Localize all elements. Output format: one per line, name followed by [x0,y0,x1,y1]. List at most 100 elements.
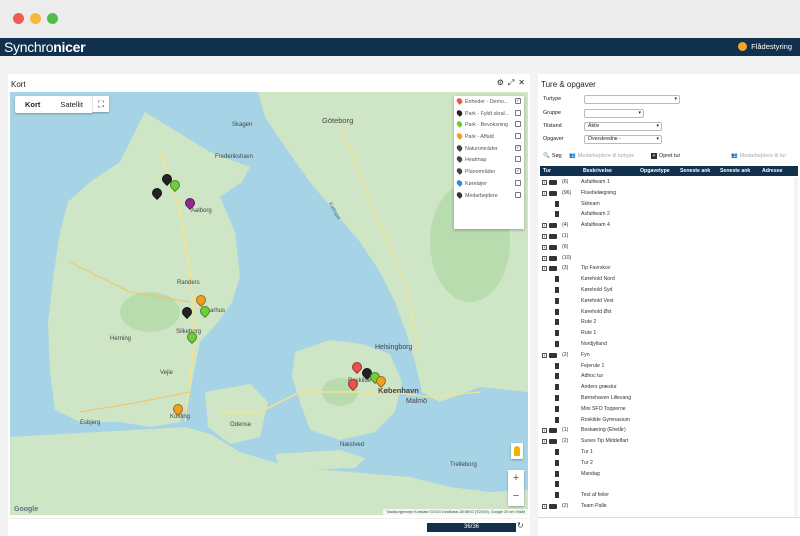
legend-row[interactable]: Køretøjer [454,178,524,190]
table-row[interactable]: Kørehold Øst [540,307,798,318]
document-icon [555,362,559,369]
expand-icon[interactable]: + [542,180,547,185]
table-row[interactable]: Adhoc tur [540,371,798,382]
expand-icon[interactable]: + [542,255,547,261]
table-row[interactable]: + (2) Sunes Tip Middelfart [540,436,798,447]
assign-tour-type-button[interactable]: 👥 Medarbejdere til turtype [569,153,634,159]
city-label: Næstved [340,442,365,448]
expand-icon[interactable]: + [542,244,547,250]
table-row[interactable]: + (1) Beskæring (Ehelår) [540,425,798,436]
google-logo: Google [14,506,39,513]
synchronicer-logo[interactable]: Synchronicer [4,39,86,55]
map-canvas[interactable]: Skagen Frederikshavn Göteborg Aalborg Aa… [10,92,528,515]
layer-checkbox[interactable] [515,109,521,116]
table-row[interactable]: Kørehold Syd [540,285,798,296]
turtype-select[interactable]: ▾ [584,94,680,104]
legend-row[interactable]: Park - Bevoksning [454,119,524,131]
layer-checkbox[interactable]: ✓ [515,98,521,104]
search-button[interactable]: 🔍 Søg [543,153,562,159]
layer-checkbox[interactable]: ✓ [515,144,521,151]
fleet-management-link[interactable]: Flådestyring [738,42,792,51]
table-row[interactable]: Asfaltteam 2 [540,209,798,220]
opgaver-select[interactable]: Overskredne - ▾ [584,134,662,144]
table-row[interactable]: Test af feiler [540,490,798,501]
table-row[interactable]: Kørehold Vest [540,296,798,307]
maximize-window-dot[interactable] [47,13,58,24]
table-row[interactable]: + (1) [540,231,798,242]
table-row[interactable]: Roskilde Gymnasium [540,415,798,426]
table-row[interactable]: Nordjylland [540,339,798,350]
table-row[interactable] [540,479,798,490]
legend-row[interactable]: Park - Fyldt skral... [454,108,524,120]
fullscreen-icon[interactable]: ⛶ [93,96,109,112]
street-view-pegman-icon[interactable] [511,443,523,459]
expand-icon[interactable]: + [542,266,547,272]
legend-row[interactable]: Heatmap [454,154,524,166]
layer-checkbox[interactable] [515,179,521,186]
expand-icon[interactable]: ⤢ [508,78,514,88]
city-label: Vejle [160,370,174,376]
col-tur[interactable]: Tur [543,168,551,174]
zoom-out-button[interactable]: − [508,488,524,506]
legend-row[interactable]: Planområder ✓ [454,166,524,178]
table-row[interactable]: Kørehold Nord [540,274,798,285]
zoom-in-button[interactable]: + [508,470,524,488]
create-tour-button[interactable]: + Opret tur [651,153,680,159]
legend-row[interactable]: Park - Affald [454,131,524,143]
table-scrollbar[interactable] [794,177,798,517]
expand-icon[interactable]: + [542,223,547,229]
legend-row[interactable]: Enheder - Demo... ✓ [454,96,524,108]
row-description: Nordjylland [581,340,607,347]
table-row[interactable]: Anders græstur [540,382,798,393]
table-row[interactable]: Tur 2 [540,458,798,469]
expand-icon[interactable]: + [542,428,547,434]
table-row[interactable]: + (2) Team Palle [540,501,798,512]
table-row[interactable]: + (4) Asfaltteam 4 [540,220,798,231]
map-type-satellit[interactable]: Satellit [50,96,93,113]
expand-icon[interactable]: + [542,190,547,196]
folder-icon [549,223,557,229]
col-seneste-ank-2[interactable]: Seneste ank [720,168,750,174]
minimize-window-dot[interactable] [30,13,41,24]
expand-icon[interactable]: + [542,352,547,358]
layer-checkbox[interactable]: ✓ [515,168,521,175]
expand-icon[interactable]: + [542,439,547,445]
legend-row[interactable]: Naturområder ✓ [454,143,524,155]
col-opgavetype[interactable]: Opgavetype [640,168,670,174]
map-type-kort[interactable]: Kort [15,96,50,113]
table-row[interactable]: Børnehaven Lillevang [540,393,798,404]
table-row[interactable]: Mandag [540,469,798,480]
expand-icon[interactable]: + [542,503,547,509]
expand-icon[interactable]: + [542,233,547,239]
table-row[interactable]: + (6) Asfaltteam 1 [540,177,798,188]
table-row[interactable]: Mini SFO Topperne [540,404,798,415]
table-row[interactable]: + (96) Flisebelægning [540,188,798,199]
col-seneste-ank-1[interactable]: Seneste ank [680,168,710,174]
layer-checkbox[interactable] [515,156,521,163]
assign-tour-button[interactable]: 👥 Medarbejdere til tur [731,153,786,159]
table-row[interactable]: Rute 2 [540,317,798,328]
city-label: Frederikshavn [215,154,254,160]
settings-gear-icon[interactable]: ⚙ [497,78,504,88]
col-beskrivelse[interactable]: Beskrivelse [583,168,612,174]
row-description: Test af feiler [581,492,609,499]
close-icon[interactable]: ✕ [518,78,525,88]
city-label: Skagen [232,122,253,128]
close-window-dot[interactable] [13,13,24,24]
table-row[interactable]: + (2) Fyn [540,350,798,361]
table-row[interactable]: + (10) [540,253,798,264]
table-row[interactable]: + (6) [540,242,798,253]
layer-checkbox[interactable] [515,121,521,128]
layer-checkbox[interactable] [515,191,521,198]
table-row[interactable]: + (3) Tip Favrskov [540,263,798,274]
table-row[interactable]: Tur 1 [540,447,798,458]
table-row[interactable]: Skiteam [540,199,798,210]
tilstand-select[interactable]: Aktiv ▾ [584,121,662,131]
gruppe-select[interactable]: ▾ [584,108,644,118]
layer-checkbox[interactable] [515,133,521,140]
refresh-icon[interactable]: ↻ [517,521,524,530]
legend-row[interactable]: Medarbejdere [454,190,524,202]
col-adresse[interactable]: Adresse [762,168,782,174]
table-row[interactable]: Fejerute 1 [540,361,798,372]
table-row[interactable]: Rute 1 [540,328,798,339]
